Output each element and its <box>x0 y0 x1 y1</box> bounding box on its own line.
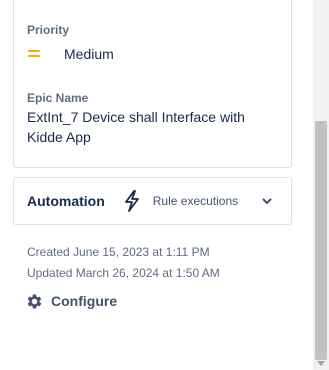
scrollbar[interactable] <box>313 0 329 370</box>
details-card: Priority Medium Epic Name ExtInt_7 Devic… <box>13 0 292 168</box>
priority-medium-icon <box>27 48 41 60</box>
updated-timestamp: Updated March 26, 2024 at 1:50 AM <box>27 266 220 280</box>
scrollbar-thumb[interactable] <box>315 121 327 360</box>
scroll-down-arrow-icon[interactable] <box>313 359 329 369</box>
epic-name-label: Epic Name <box>27 91 89 105</box>
epic-name-value[interactable]: ExtInt_7 Device shall Interface with Kid… <box>27 107 267 147</box>
automation-panel[interactable]: Automation Rule executions <box>13 177 292 225</box>
priority-field[interactable]: Medium <box>27 44 114 64</box>
configure-label: Configure <box>51 293 118 309</box>
automation-title: Automation <box>27 193 105 209</box>
priority-value: Medium <box>64 46 114 62</box>
created-timestamp: Created June 15, 2023 at 1:11 PM <box>27 245 210 259</box>
priority-label: Priority <box>27 23 70 37</box>
rule-executions-label[interactable]: Rule executions <box>153 194 238 208</box>
configure-button[interactable]: Configure <box>25 291 117 311</box>
lightning-bolt-icon <box>124 190 140 212</box>
issue-side-panel: Priority Medium Epic Name ExtInt_7 Devic… <box>0 0 329 370</box>
chevron-down-icon[interactable] <box>261 195 273 207</box>
gear-icon <box>25 292 44 311</box>
